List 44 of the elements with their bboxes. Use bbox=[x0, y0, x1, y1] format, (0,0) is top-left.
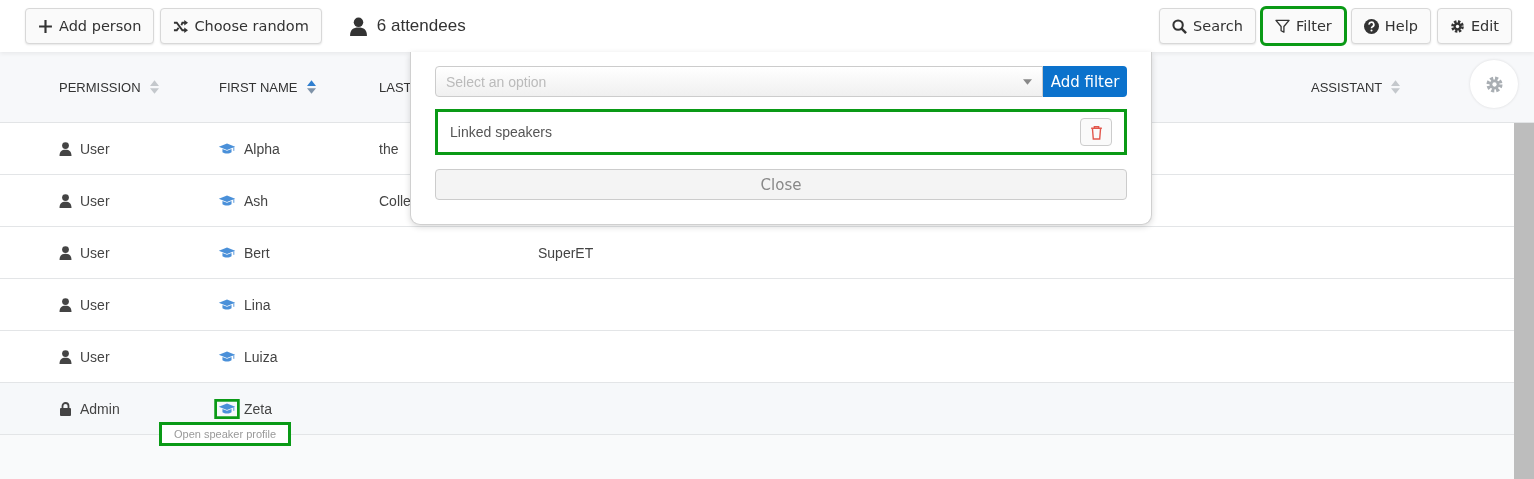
search-icon bbox=[1172, 18, 1188, 34]
person-icon bbox=[349, 16, 367, 36]
toolbar-button[interactable]: Add person bbox=[25, 8, 155, 44]
shuffle-icon bbox=[173, 18, 189, 34]
last-name: Colle bbox=[379, 192, 411, 209]
permission-label: User bbox=[80, 296, 110, 313]
last-name: the bbox=[379, 140, 399, 157]
tooltip: Open speaker profile bbox=[162, 424, 289, 443]
settings-icon bbox=[1449, 18, 1465, 34]
filter-icon bbox=[1274, 18, 1290, 34]
first-name: Ash bbox=[244, 192, 269, 209]
toolbar-button[interactable]: Help bbox=[1350, 8, 1431, 44]
permission-label: User bbox=[80, 348, 110, 365]
caret-icon bbox=[1023, 78, 1032, 85]
column-header[interactable]: PERMISSION bbox=[59, 79, 141, 95]
help-icon bbox=[1363, 18, 1379, 34]
trash-icon bbox=[1089, 124, 1103, 140]
column-header[interactable]: ASSISTANT bbox=[1311, 79, 1383, 95]
permission-label: Admin bbox=[80, 400, 120, 417]
settings-button[interactable] bbox=[1470, 60, 1518, 108]
permission-label: User bbox=[80, 192, 110, 209]
filter-label: Linked speakers bbox=[450, 124, 552, 140]
permission-label: User bbox=[80, 140, 110, 157]
toolbar-button[interactable]: Edit bbox=[1436, 8, 1512, 44]
toolbar-button[interactable]: Filter bbox=[1261, 8, 1345, 44]
first-name: Luiza bbox=[244, 348, 278, 365]
plus-icon bbox=[38, 18, 53, 34]
first-name: Lina bbox=[244, 296, 271, 313]
attendee-count: 6 attendees bbox=[376, 16, 466, 36]
add-filter-button[interactable]: Add filter bbox=[1043, 66, 1127, 97]
scrollbar[interactable] bbox=[1514, 123, 1534, 479]
sort-icon[interactable] bbox=[306, 80, 316, 94]
toolbar-button[interactable]: Search bbox=[1159, 8, 1256, 44]
column-header[interactable]: FIRST NAME bbox=[219, 79, 298, 95]
graduation-cap-icon[interactable] bbox=[214, 398, 240, 419]
first-name: Bert bbox=[244, 244, 270, 261]
gear-icon bbox=[1484, 74, 1504, 94]
column-header[interactable]: LAST bbox=[379, 79, 412, 95]
first-name: Zeta bbox=[244, 400, 272, 417]
first-name: Alpha bbox=[244, 140, 280, 157]
delete-button[interactable] bbox=[1080, 118, 1112, 146]
permission-label: User bbox=[80, 244, 110, 261]
table-cell: SuperET bbox=[538, 244, 594, 261]
toolbar-button[interactable]: Choose random bbox=[160, 8, 322, 44]
